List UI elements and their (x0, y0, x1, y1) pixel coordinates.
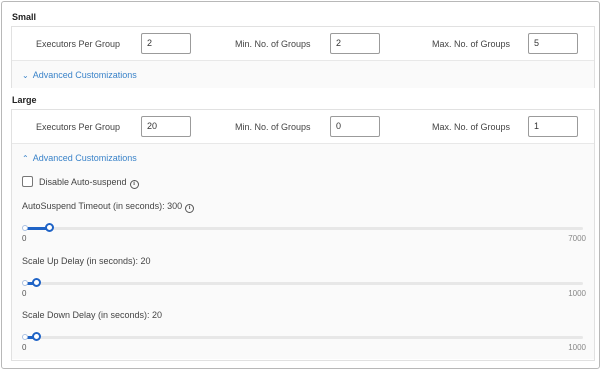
autosuspend-slider-label: AutoSuspend Timeout (in seconds): 300 i (22, 201, 195, 213)
autosuspend-slider-max: 7000 (568, 234, 586, 243)
large-min-groups-input[interactable]: 0 (330, 116, 380, 137)
large-fields-row: Executors Per Group 20 Min. No. of Group… (12, 110, 594, 143)
small-executors-label: Executors Per Group (36, 39, 121, 49)
scale-up-slider-track[interactable] (22, 278, 583, 287)
large-executors-label: Executors Per Group (36, 122, 121, 132)
large-max-groups-input[interactable]: 1 (528, 116, 578, 137)
scale-down-slider-max: 1000 (568, 343, 586, 352)
small-advanced-label: Advanced Customizations (32, 70, 137, 80)
small-max-groups-input[interactable]: 5 (528, 33, 578, 54)
large-executors-input[interactable]: 20 (141, 116, 191, 137)
small-min-groups-input[interactable]: 2 (330, 33, 380, 54)
large-group: Executors Per Group 20 Min. No. of Group… (11, 109, 595, 361)
small-advanced-toggle[interactable]: ⌄ Advanced Customizations (22, 70, 137, 80)
scale-up-slider-handle[interactable] (32, 278, 42, 287)
info-icon[interactable]: i (185, 204, 195, 213)
configuration-panel: Small Executors Per Group 2 Min. No. of … (1, 1, 600, 369)
scale-down-slider-min-handle (22, 334, 28, 340)
small-min-groups-label: Min. No. of Groups (235, 39, 311, 49)
small-max-groups-label: Max. No. of Groups (432, 39, 511, 49)
scale-up-slider-label: Scale Up Delay (in seconds): 20 (22, 256, 151, 266)
autosuspend-slider-track[interactable] (22, 223, 583, 232)
scale-down-slider-handle[interactable] (32, 332, 42, 341)
scale-down-slider-min: 0 (22, 343, 27, 352)
large-max-groups-label: Max. No. of Groups (432, 122, 511, 132)
large-min-groups-label: Min. No. of Groups (235, 122, 311, 132)
autosuspend-slider-handle[interactable] (44, 223, 54, 232)
large-advanced-panel: ⌃ Advanced Customizations Disable Auto-su… (12, 143, 594, 359)
large-advanced-toggle[interactable]: ⌃ Advanced Customizations (22, 153, 137, 163)
scale-down-slider-label: Scale Down Delay (in seconds): 20 (22, 310, 163, 320)
scale-up-slider-max: 1000 (568, 289, 586, 298)
small-group: Executors Per Group 2 Min. No. of Groups… (11, 26, 595, 88)
chevron-up-icon: ⌃ (22, 154, 29, 163)
info-icon[interactable]: i (129, 180, 139, 189)
disable-autosuspend-checkbox[interactable] (22, 176, 33, 187)
scale-down-slider-track[interactable] (22, 332, 583, 341)
autosuspend-slider-min-handle (22, 225, 28, 231)
large-section-title: Large (12, 95, 37, 105)
chevron-down-icon: ⌄ (22, 71, 29, 80)
scale-up-slider-min-handle (22, 280, 28, 286)
large-advanced-label: Advanced Customizations (32, 153, 137, 163)
small-executors-input[interactable]: 2 (141, 33, 191, 54)
disable-autosuspend-label: Disable Auto-suspend i (39, 177, 139, 189)
small-section-title: Small (12, 12, 37, 22)
small-advanced-bar: ⌄ Advanced Customizations (12, 60, 594, 88)
autosuspend-slider-min: 0 (22, 234, 27, 243)
small-fields-row: Executors Per Group 2 Min. No. of Groups… (12, 27, 594, 60)
scale-up-slider-min: 0 (22, 289, 27, 298)
